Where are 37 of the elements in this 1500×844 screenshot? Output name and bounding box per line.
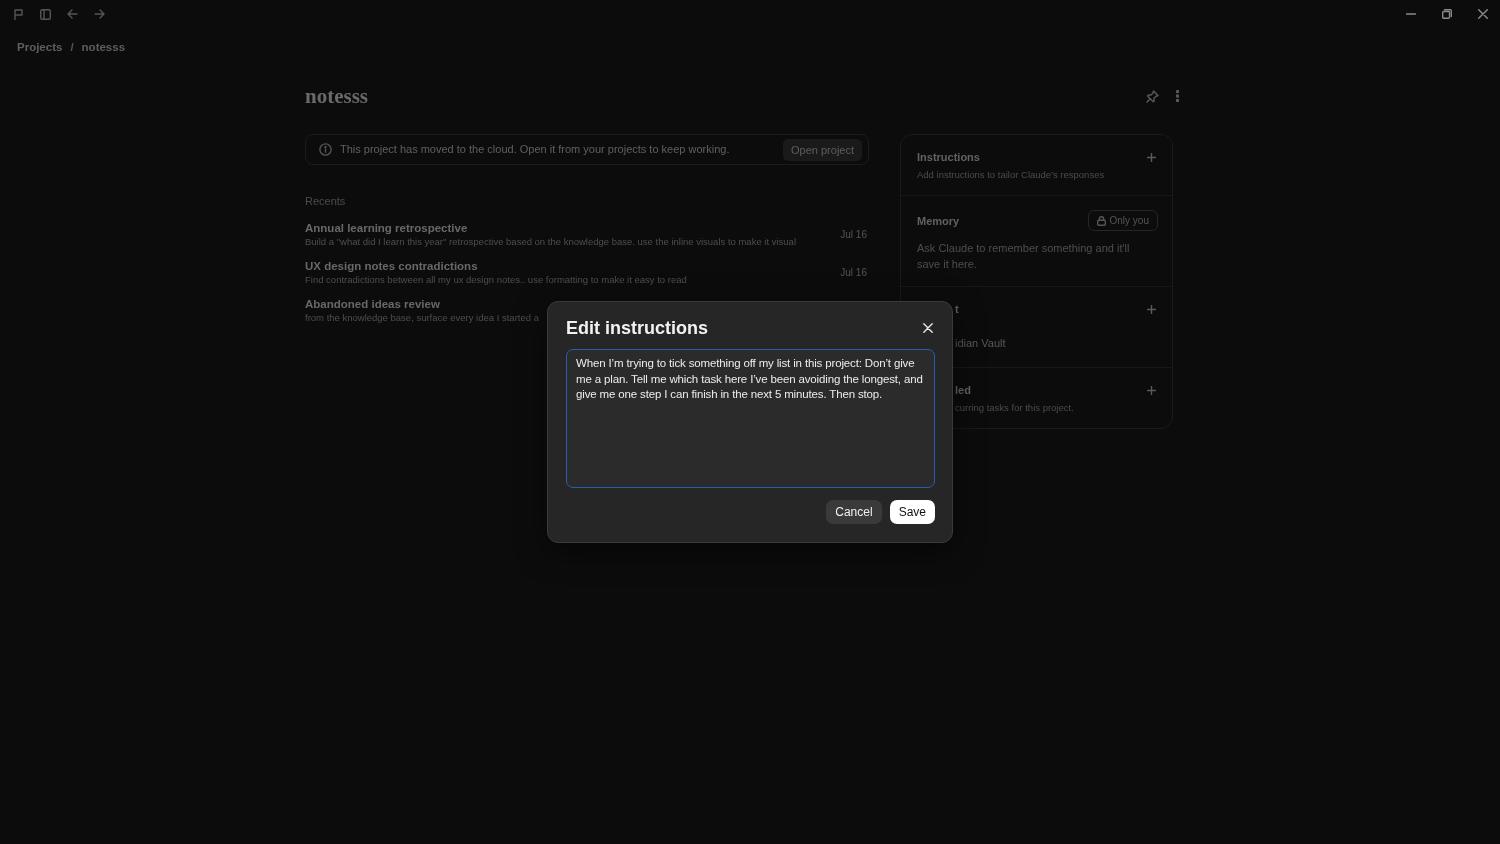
breadcrumb-current: notesss: [81, 40, 126, 55]
section-description: Add instructions to tailor Claude's responses: [917, 168, 1106, 181]
instructions-field[interactable]: When I’m trying to tick something off my list in this project: Don’t give me a plan. Tell me which task here I’ve been avoiding the longest, and give me one step I can finish in the next 5 minutes. Then stop.: [566, 349, 935, 488]
knowledge-item[interactable]: idian Vault: [955, 335, 1158, 351]
section-title: t: [955, 302, 959, 317]
section-heading: Recents: [305, 194, 347, 209]
dialog-title: Edit instructions: [566, 317, 708, 340]
forward-arrow-icon[interactable]: [94, 9, 105, 19]
section-title: Memory: [917, 213, 960, 229]
breadcrumb-separator: /: [70, 40, 74, 55]
section-title: Instructions: [917, 150, 980, 165]
plus-icon[interactable]: [1147, 304, 1156, 314]
breadcrumb-link[interactable]: Projects: [17, 39, 63, 55]
visibility-label: Only you: [1109, 214, 1149, 227]
plus-icon[interactable]: [1147, 385, 1156, 395]
pin-icon[interactable]: [1146, 89, 1159, 103]
flag-icon[interactable]: [14, 8, 24, 20]
chat-date: Jul 16: [840, 265, 868, 280]
back-arrow-icon[interactable]: [67, 9, 78, 19]
sidebar-icon[interactable]: [40, 8, 51, 20]
project-title: notesss: [305, 83, 368, 109]
chat-title[interactable]: Abandoned ideas review: [305, 296, 539, 311]
notice-text: This project has moved to the cloud. Open it from your projects to keep working.: [340, 142, 730, 158]
lock-icon: [1096, 215, 1106, 226]
cancel-button[interactable]: Cancel: [826, 500, 882, 524]
chat-title[interactable]: UX design notes contradictions: [305, 258, 687, 273]
plus-icon[interactable]: [1147, 152, 1156, 162]
chat-title[interactable]: Annual learning retrospective: [305, 220, 796, 235]
save-button[interactable]: Save: [889, 500, 935, 524]
section-description: Ask Claude to remember something and it'll save it here.: [917, 241, 1131, 272]
info-icon: [319, 143, 332, 156]
chat-date: Jul 16: [840, 227, 868, 242]
more-options-icon[interactable]: [1176, 90, 1179, 102]
close-icon[interactable]: [1478, 9, 1488, 19]
section-title: led: [955, 383, 971, 398]
open-project-button[interactable]: Open project: [783, 138, 862, 161]
restore-icon[interactable]: [1442, 9, 1452, 19]
